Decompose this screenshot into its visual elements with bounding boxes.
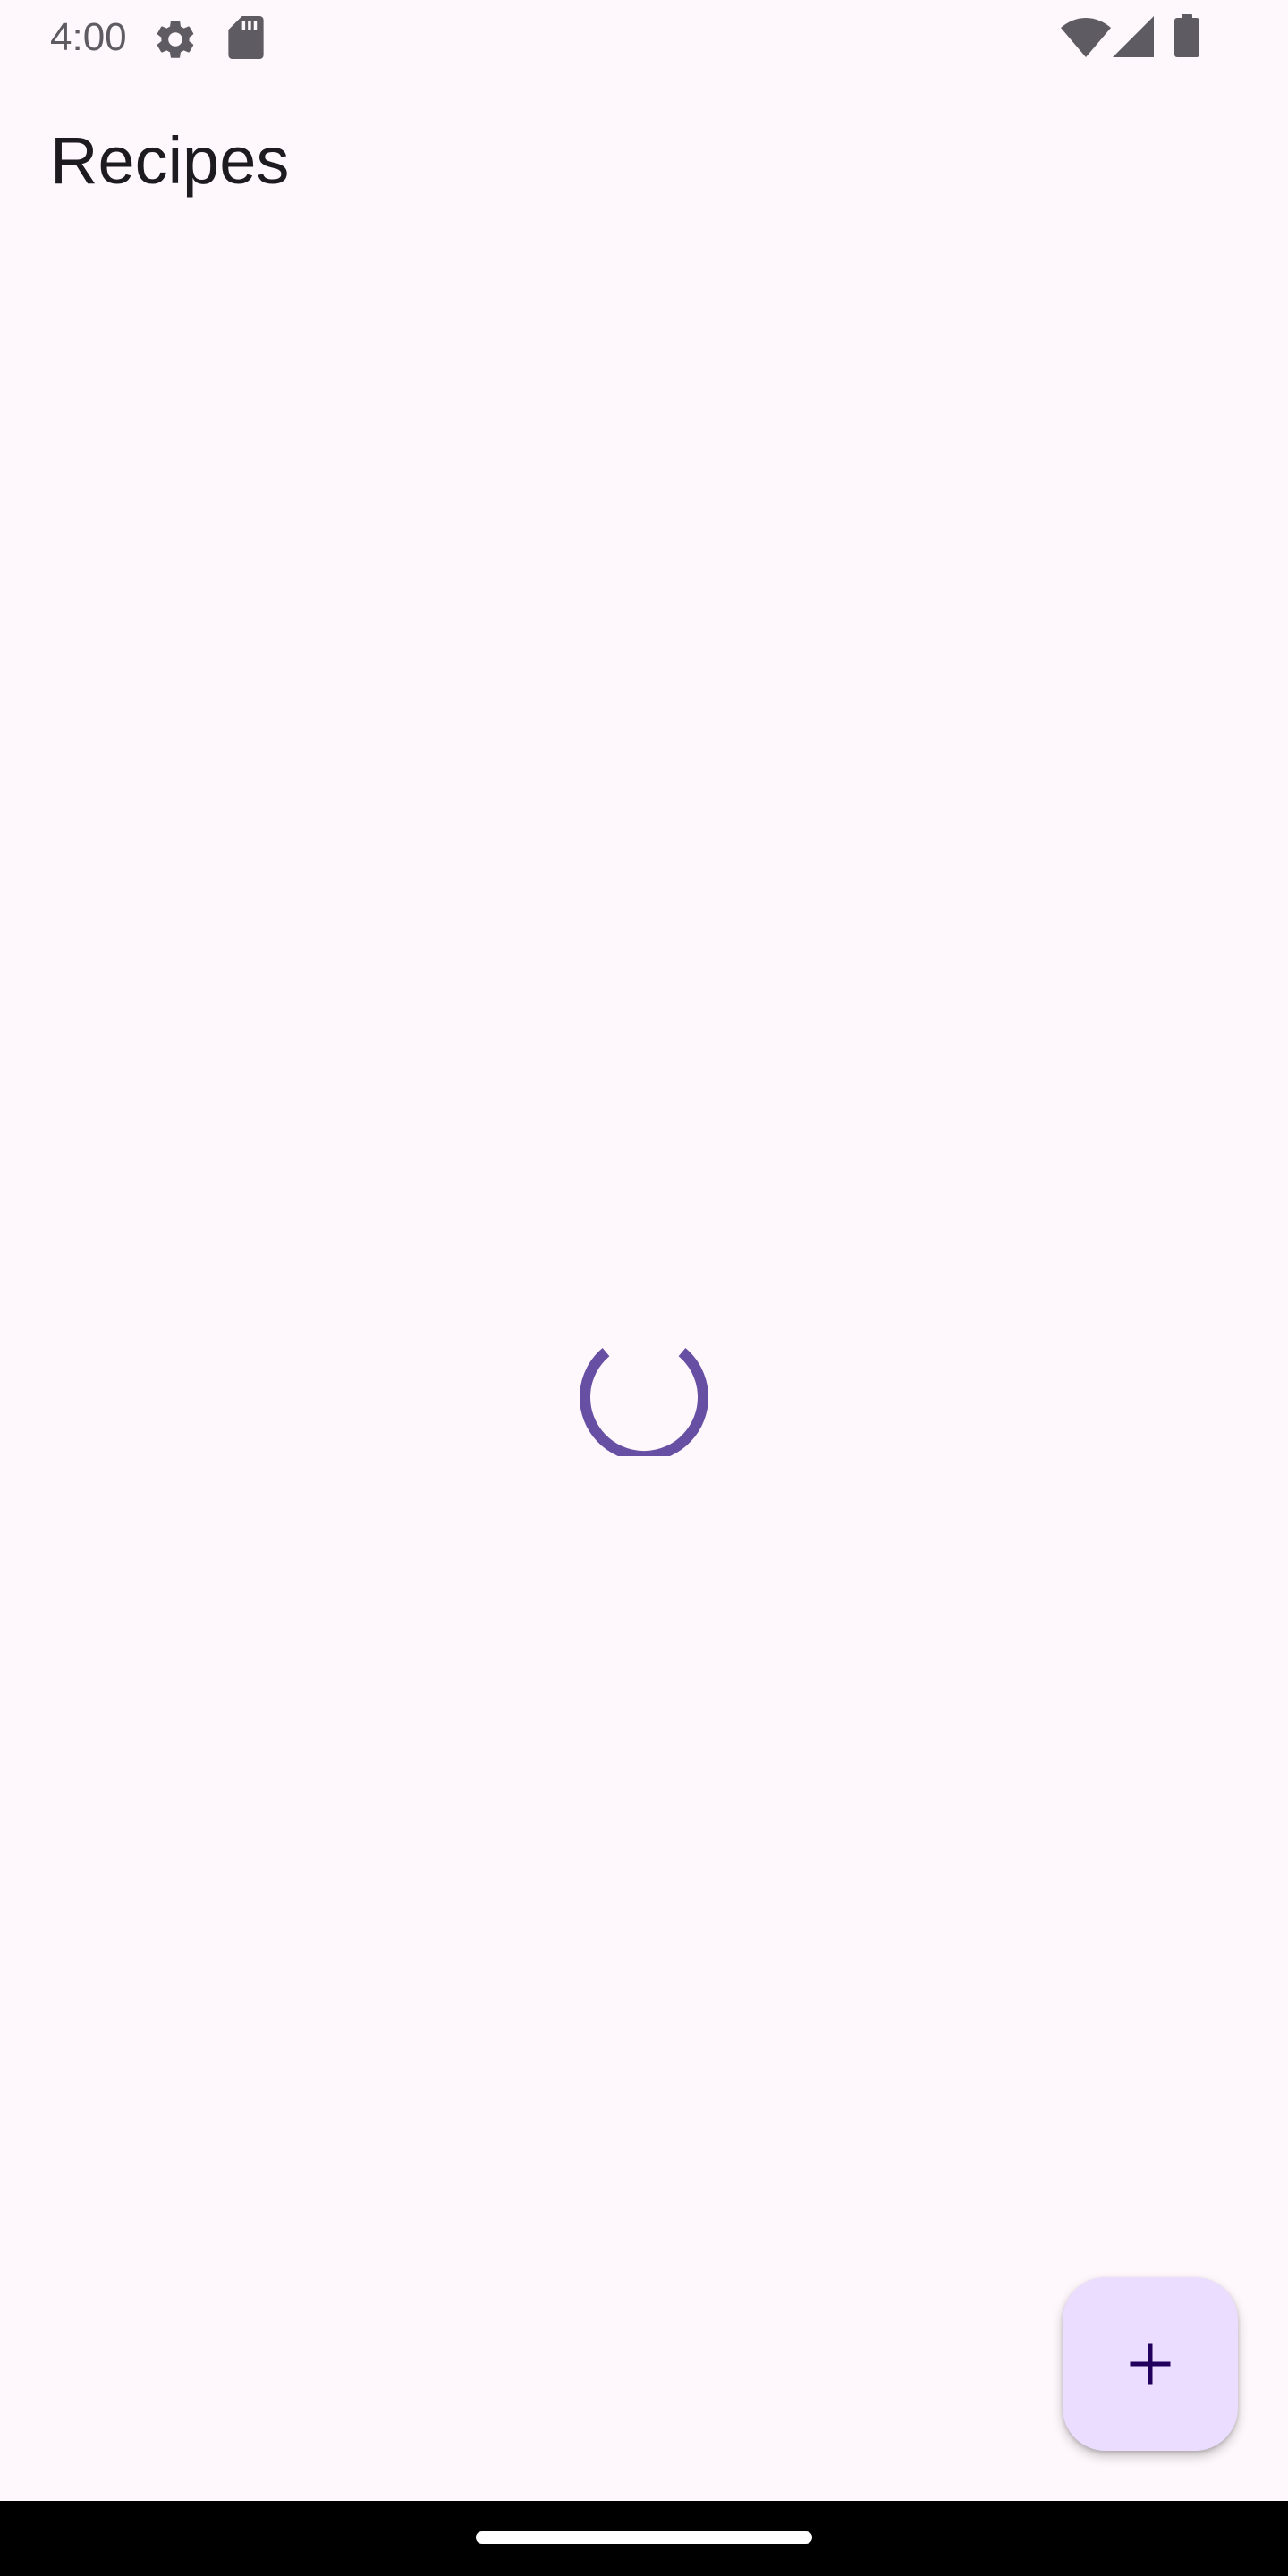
sd-card-icon (228, 16, 264, 59)
cellular-signal-icon (1113, 16, 1154, 57)
battery-icon (1174, 14, 1199, 57)
recipes-screen: 4:00 Recipes (0, 0, 1288, 2576)
page-title: Recipes (50, 123, 290, 198)
wifi-icon (1061, 18, 1111, 57)
add-icon (1130, 2343, 1171, 2385)
system-navigation-bar (0, 2501, 1288, 2576)
loading-spinner (580, 1348, 708, 1456)
home-gesture-handle[interactable] (476, 2531, 812, 2544)
status-bar: 4:00 (0, 0, 1288, 75)
settings-icon (157, 21, 194, 58)
status-time: 4:00 (50, 15, 127, 59)
add-recipe-button[interactable] (1063, 2277, 1238, 2451)
